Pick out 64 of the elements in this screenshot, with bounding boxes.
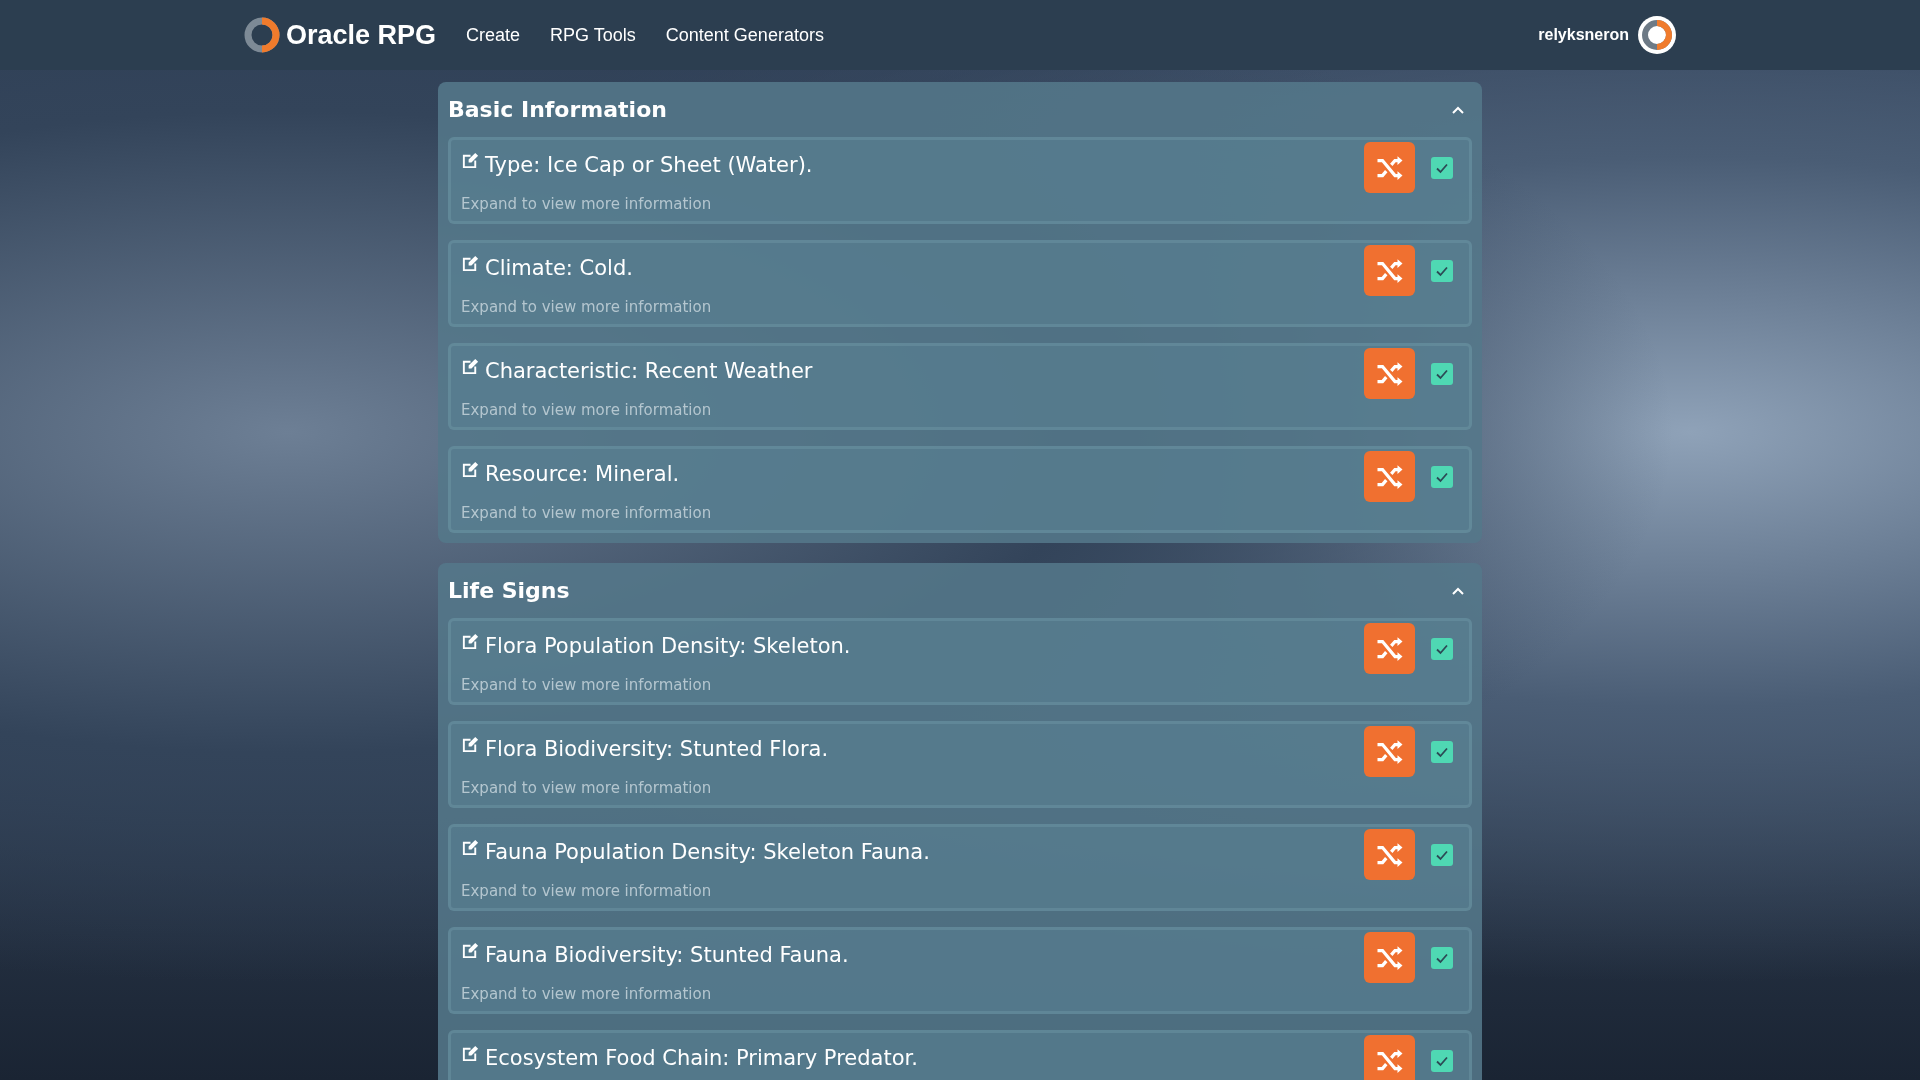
ring-logo-icon [244,17,280,53]
edit-icon[interactable] [461,632,480,651]
edit-icon[interactable] [461,941,480,960]
generator-card[interactable]: Flora Population Density: Skeleton. Expand to view more information [448,618,1472,705]
result-title: Flora Biodiversity: Stunted Flora. [485,737,829,761]
shuffle-button[interactable] [1364,1035,1415,1080]
shuffle-button[interactable] [1364,451,1415,502]
expand-hint: Expand to view more information [461,985,713,1003]
checkbox[interactable] [1431,362,1453,385]
checkbox[interactable] [1431,843,1453,866]
checkbox[interactable] [1431,1049,1453,1072]
edit-icon[interactable] [461,735,480,754]
section-title: Basic Information [448,97,667,122]
checkbox[interactable] [1431,465,1453,488]
generator-card[interactable]: Ecosystem Food Chain: Primary Predator. [448,1030,1472,1080]
generator-card[interactable]: Characteristic: Recent Weather Expand to view more information [448,343,1472,430]
result-title: Resource: Mineral. [485,462,680,486]
expand-hint: Expand to view more information [461,882,713,900]
nav-link[interactable]: Content Generators [665,24,824,46]
edit-icon[interactable] [461,151,480,170]
generator-card[interactable]: Type: Ice Cap or Sheet (Water). Expand to view more information [448,137,1472,224]
generator-card[interactable]: Flora Biodiversity: Stunted Flora. Expand to view more information [448,721,1472,808]
checkbox[interactable] [1431,259,1453,282]
brand-link[interactable]: Oracle RPG [286,19,437,51]
generator-card[interactable]: Resource: Mineral. Expand to view more information [448,446,1472,533]
shuffle-button[interactable] [1364,142,1415,193]
shuffle-button[interactable] [1364,348,1415,399]
shuffle-button[interactable] [1364,245,1415,296]
result-title: Fauna Population Density: Skeleton Fauna. [485,840,930,864]
shuffle-button[interactable] [1364,829,1415,880]
checkbox[interactable] [1431,740,1453,763]
section-title: Life Signs [448,578,570,603]
edit-icon[interactable] [461,254,480,273]
edit-icon[interactable] [461,357,480,376]
shuffle-button[interactable] [1364,623,1415,674]
expand-hint: Expand to view more information [461,195,713,213]
caret-icon[interactable] [1452,105,1464,114]
result-title: Climate: Cold. [485,256,633,280]
shuffle-button[interactable] [1364,726,1415,777]
checkbox[interactable] [1431,156,1453,179]
checkbox[interactable] [1431,637,1453,660]
expand-hint: Expand to view more information [461,401,713,419]
edit-icon[interactable] [461,460,480,479]
result-title: Flora Population Density: Skeleton. [485,634,851,658]
generator-card[interactable]: Fauna Biodiversity: Stunted Fauna. Expand to view more information [448,927,1472,1014]
checkbox[interactable] [1431,946,1453,969]
generator-card[interactable]: Climate: Cold. Expand to view more information [448,240,1472,327]
result-title: Fauna Biodiversity: Stunted Fauna. [485,943,849,967]
expand-hint: Expand to view more information [461,298,712,316]
username-link[interactable]: relyksneron [1538,26,1629,44]
nav-link[interactable]: RPG Tools [550,24,636,46]
edit-icon[interactable] [461,1044,480,1063]
avatar-ring-icon[interactable] [1637,15,1677,55]
expand-hint: Expand to view more information [461,676,713,694]
nav-link[interactable]: Create [466,24,521,46]
result-title: Ecosystem Food Chain: Primary Predator. [485,1046,918,1070]
shuffle-button[interactable] [1364,932,1415,983]
edit-icon[interactable] [461,838,480,857]
result-title: Characteristic: Recent Weather [485,359,813,383]
generator-card[interactable]: Fauna Population Density: Skeleton Fauna. Expand to view more information [448,824,1472,911]
result-title: Type: Ice Cap or Sheet (Water). [485,153,813,177]
expand-hint: Expand to view more information [461,504,712,522]
expand-hint: Expand to view more information [461,779,713,797]
caret-icon[interactable] [1452,586,1464,595]
